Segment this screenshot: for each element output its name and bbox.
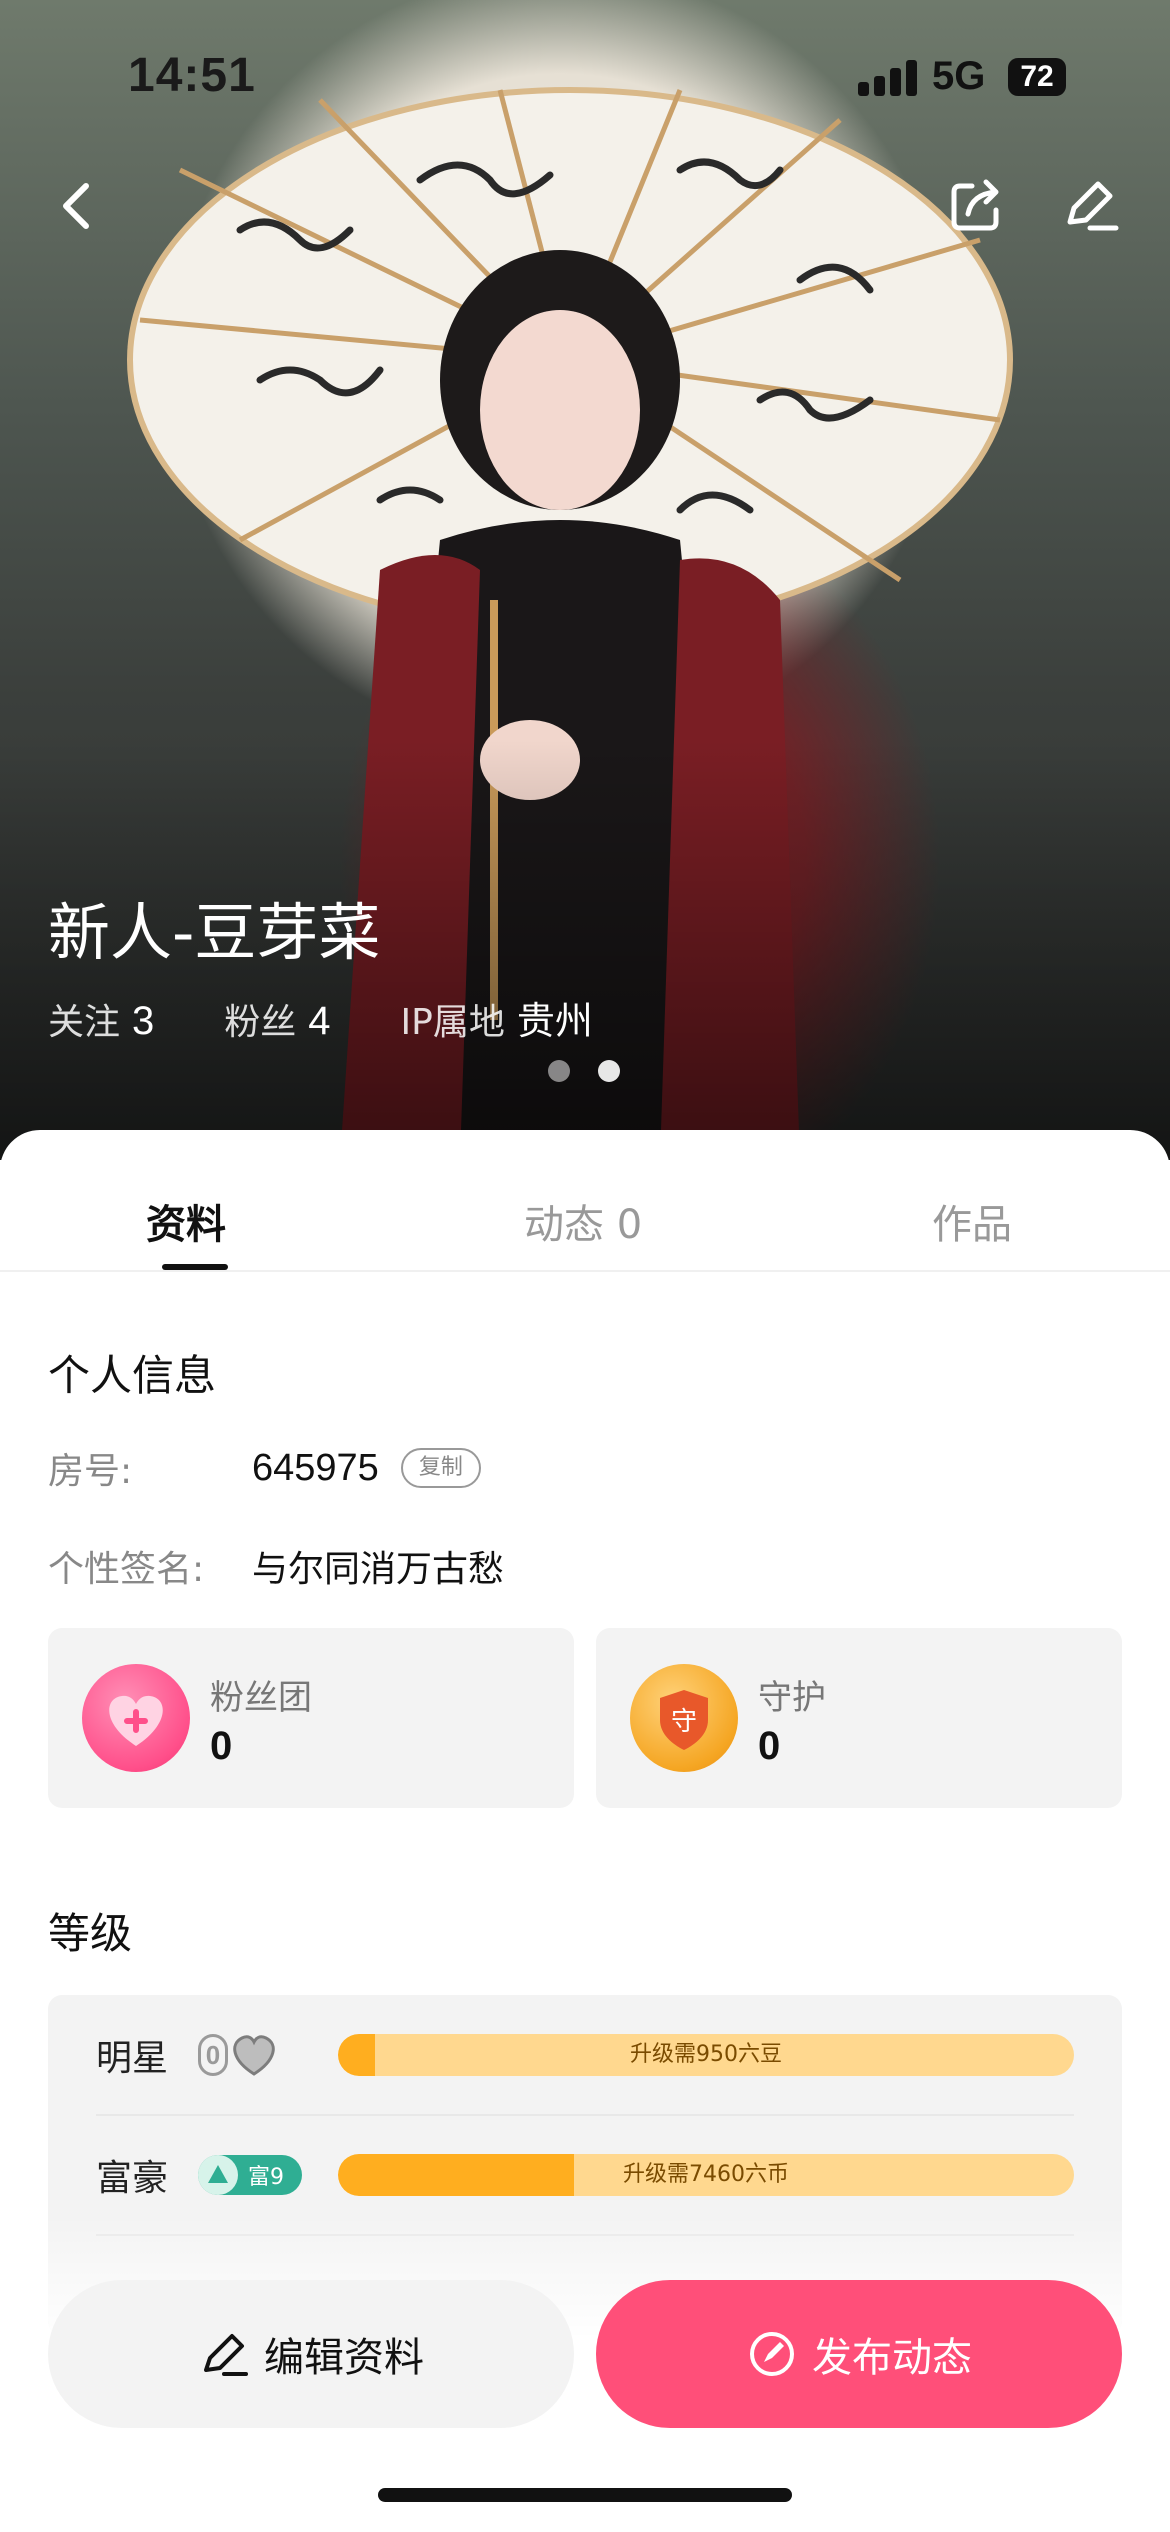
tab-bar: 资料 动态 0 作品	[0, 1130, 1170, 1272]
room-number-value: 645975	[252, 1446, 379, 1489]
edit-profile-button[interactable]: 编辑资料	[48, 2280, 574, 2428]
signal-icon	[858, 60, 918, 96]
fan-club-card[interactable]: 粉丝团 0	[48, 1628, 574, 1808]
level-name: 富豪	[96, 2158, 169, 2199]
fan-club-title: 粉丝团	[210, 1678, 312, 1718]
gem-icon	[198, 2155, 238, 2195]
fan-club-count: 0	[210, 1724, 233, 1768]
rich-level-progress-bar: 升级需7460六币	[338, 2154, 1074, 2196]
compose-icon	[750, 2332, 794, 2376]
guard-shield-icon: 守	[630, 1664, 738, 1772]
signature-value: 与尔同消万古愁	[252, 1549, 505, 1590]
edit-profile-label: 编辑资料	[264, 2335, 424, 2381]
tab-underline	[162, 1264, 228, 1270]
stat-value: 4	[308, 999, 331, 1043]
following-count[interactable]: 关注 3	[48, 993, 154, 1045]
edit-cover-button[interactable]	[1054, 170, 1126, 242]
carousel-dot[interactable]	[548, 1060, 570, 1082]
heart-icon	[233, 2035, 275, 2076]
level-name: 明星	[96, 2038, 169, 2079]
carousel-dots[interactable]	[548, 1060, 620, 1082]
guard-title: 守护	[758, 1678, 826, 1718]
signature-row: 个性签名: 与尔同消万古愁	[48, 1540, 504, 1592]
signature-label: 个性签名:	[48, 1549, 205, 1590]
tab-works[interactable]: 作品	[932, 1192, 1012, 1250]
rich-level-badge: 富9	[198, 2155, 302, 2195]
profile-stats: 关注 3 粉丝 4 IP属地 贵州	[48, 990, 663, 1045]
copy-button[interactable]: 复制	[400, 1448, 481, 1488]
heart-badge-icon	[82, 1664, 190, 1772]
stat-label: IP属地	[400, 1002, 505, 1043]
share-button[interactable]	[940, 170, 1012, 242]
share-icon	[951, 179, 999, 231]
followers-count[interactable]: 粉丝 4	[224, 993, 330, 1045]
back-button[interactable]	[42, 170, 114, 242]
guard-card[interactable]: 守 守护 0	[596, 1628, 1122, 1808]
home-indicator	[378, 2488, 792, 2502]
progress-text: 升级需7460六币	[623, 2162, 789, 2187]
status-time: 14:51	[128, 49, 256, 102]
profile-name: 新人-豆芽菜	[48, 896, 381, 969]
star-level-badge: 0	[198, 2032, 280, 2078]
status-bar: 14:51 5G 72	[0, 0, 1170, 150]
room-number-label: 房号:	[48, 1451, 133, 1492]
star-level-number: 0	[198, 2034, 228, 2076]
chevron-left-icon	[63, 183, 89, 229]
room-number-row: 房号: 645975 复制	[48, 1442, 481, 1494]
tab-moments[interactable]: 动态 0	[524, 1192, 642, 1250]
guard-glyph: 守	[671, 1707, 697, 1737]
pencil-icon	[204, 2334, 248, 2376]
network-type: 5G	[932, 54, 986, 98]
level-title: 等级	[48, 1909, 133, 1958]
guard-count: 0	[758, 1724, 781, 1768]
stat-value: 3	[132, 999, 155, 1043]
tab-profile-info[interactable]: 资料	[146, 1192, 226, 1250]
stat-label: 粉丝	[224, 1002, 297, 1043]
stat-label: 关注	[48, 1002, 121, 1043]
battery-icon: 72	[1008, 58, 1066, 96]
bottom-actions: 编辑资料 发布动态	[0, 2280, 1170, 2430]
publish-post-label: 发布动态	[812, 2335, 972, 2381]
carousel-dot[interactable]	[598, 1060, 620, 1082]
pencil-icon	[1067, 181, 1119, 231]
rich-level-text: 富9	[248, 2165, 284, 2190]
star-level-progress-bar: 升级需950六豆	[338, 2034, 1074, 2076]
profile-cover-photo[interactable]: 14:51 5G 72 新人-豆芽菜 关注 3 粉丝 4 IP属地 贵州	[0, 0, 1170, 1160]
personal-info-title: 个人信息	[48, 1351, 217, 1400]
ip-location: IP属地 贵州	[401, 990, 593, 1045]
stat-value: 贵州	[516, 999, 593, 1043]
progress-text: 升级需950六豆	[630, 2042, 782, 2067]
publish-post-button[interactable]: 发布动态	[596, 2280, 1122, 2428]
